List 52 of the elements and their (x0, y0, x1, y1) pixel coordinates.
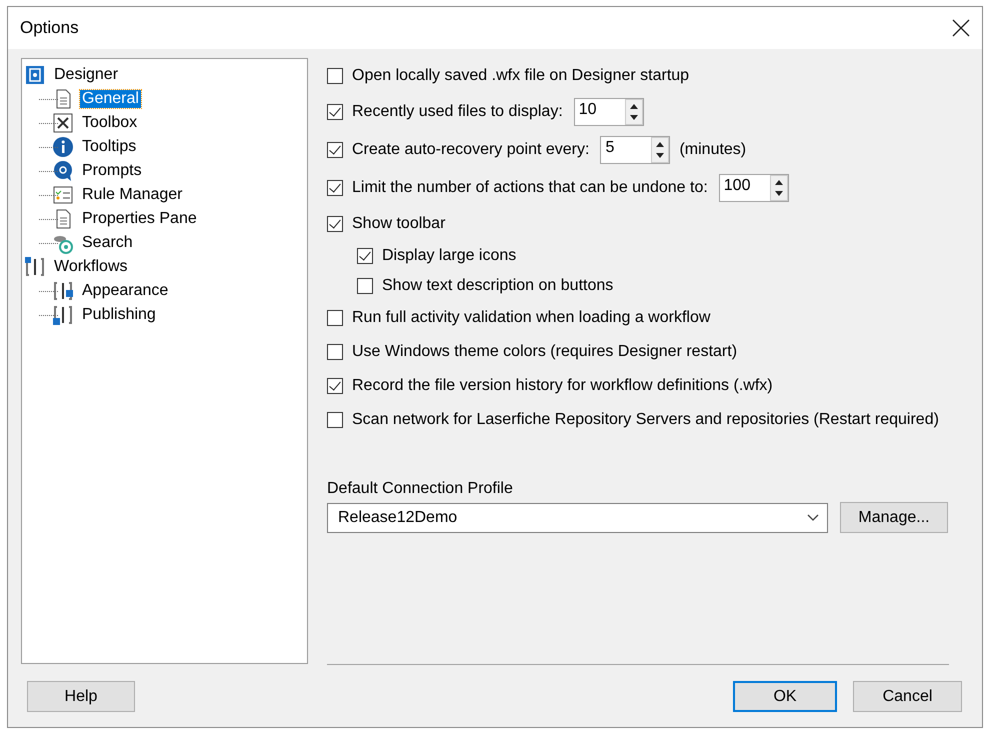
option-label: Record the file version history for workflow definitions (.wfx) (352, 377, 773, 395)
checkbox[interactable] (327, 344, 343, 360)
designer-icon (24, 64, 46, 86)
checkbox[interactable] (327, 412, 343, 428)
option-label: Create auto-recovery point every: (352, 141, 590, 159)
tree-item[interactable]: Prompts (80, 162, 144, 180)
tree-item[interactable]: Tooltips (80, 138, 138, 156)
checkbox[interactable] (327, 104, 343, 120)
checkbox[interactable] (357, 278, 373, 294)
tree-item[interactable]: General (80, 90, 141, 108)
option-label: Use Windows theme colors (requires Designer restart) (352, 343, 738, 361)
chevron-down-icon (807, 514, 819, 522)
tree-item[interactable]: Appearance (80, 282, 170, 300)
checkbox[interactable] (357, 248, 373, 264)
help-button[interactable]: Help (27, 681, 135, 712)
option-label: Recently used files to display: (352, 103, 563, 121)
tree-item[interactable]: Workflows (52, 258, 130, 276)
checkbox[interactable] (327, 378, 343, 394)
close-icon[interactable] (952, 19, 970, 37)
checkbox[interactable] (327, 142, 343, 158)
option-label: Display large icons (382, 247, 516, 265)
tree-item[interactable]: Toolbox (80, 114, 140, 132)
info-icon (52, 136, 74, 158)
number-spinner[interactable]: 100 (718, 174, 789, 202)
ok-button[interactable]: OK (733, 681, 837, 712)
tree-item[interactable]: Search (80, 234, 135, 252)
checkbox[interactable] (327, 180, 343, 196)
manage-button[interactable]: Manage... (840, 502, 948, 533)
unit-label: (minutes) (679, 141, 746, 159)
tree-item[interactable]: Designer (52, 66, 120, 84)
option-label: Show text description on buttons (382, 277, 614, 295)
tree-item[interactable]: Rule Manager (80, 186, 184, 204)
cancel-button[interactable]: Cancel (853, 681, 962, 712)
profile-dropdown[interactable]: Release12Demo (327, 502, 828, 532)
checkbox[interactable] (327, 310, 343, 326)
checklist-icon (52, 184, 74, 206)
number-spinner[interactable]: 10 (574, 98, 644, 126)
workflow-publish-icon (52, 304, 74, 326)
tree-item[interactable]: Publishing (80, 306, 158, 324)
window-title: Options (20, 18, 79, 38)
option-label: Limit the number of actions that can be undone to: (352, 179, 708, 197)
field-label: Default Connection Profile (327, 480, 514, 498)
option-label: Run full activity validation when loading a workflow (352, 309, 710, 327)
option-label: Show toolbar (352, 215, 446, 233)
number-spinner[interactable]: 5 (600, 136, 670, 164)
option-label: Scan network for Laserfiche Repository Servers and repositories (Restart required) (352, 411, 939, 429)
workflow-icon (24, 256, 46, 278)
checkbox[interactable] (327, 216, 343, 232)
option-label: Open locally saved .wfx file on Designer startup (352, 67, 690, 85)
checkbox[interactable] (327, 68, 343, 84)
workflow-edit-icon (52, 280, 74, 302)
tree-item[interactable]: Properties Pane (80, 210, 199, 228)
